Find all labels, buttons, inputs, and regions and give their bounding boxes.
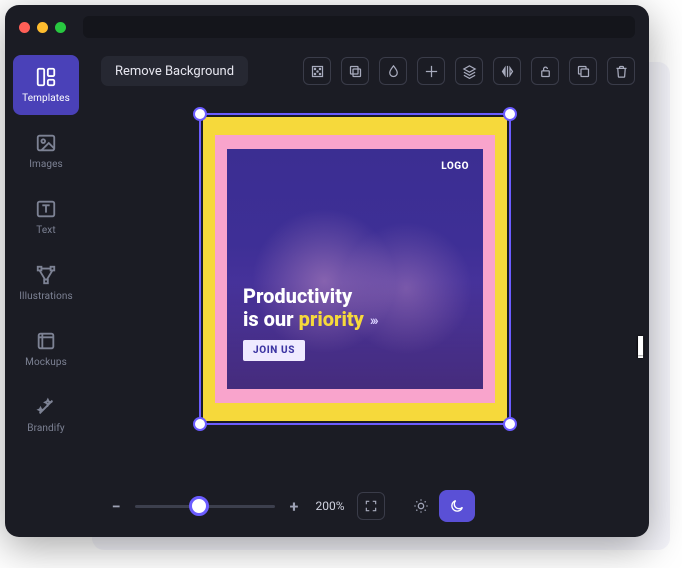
zoom-slider-knob[interactable] xyxy=(189,496,209,516)
footer-bar: − + 200% xyxy=(87,483,649,537)
mockups-icon xyxy=(35,330,57,352)
logo-text: LOGO xyxy=(441,161,469,172)
layers-button[interactable] xyxy=(455,57,483,85)
sidebar: Templates Images Text Illustrations Mock… xyxy=(5,49,87,537)
flip-h-button[interactable] xyxy=(493,57,521,85)
headline-text: Productivity is our priority››› xyxy=(243,285,377,331)
duplicate-icon xyxy=(348,64,363,79)
zoom-in-button[interactable]: + xyxy=(285,497,303,515)
delete-icon xyxy=(614,64,629,79)
lock-icon xyxy=(538,64,553,79)
templates-icon xyxy=(35,66,57,88)
grid-icon xyxy=(424,64,439,79)
sidebar-item-brandify[interactable]: Brandify xyxy=(13,385,79,445)
delete-button[interactable] xyxy=(607,57,635,85)
window-minimize-dot[interactable] xyxy=(37,22,48,33)
sidebar-label: Text xyxy=(36,225,55,236)
layers-icon xyxy=(462,64,477,79)
sidebar-item-illustrations[interactable]: Illustrations xyxy=(13,253,79,313)
light-mode-button[interactable] xyxy=(403,490,439,522)
text-icon xyxy=(35,198,57,220)
fullscreen-icon xyxy=(364,499,378,513)
sun-icon xyxy=(413,498,429,514)
artboard[interactable]: LOGO Productivity is our priority››› JOI… xyxy=(203,117,507,421)
sidebar-label: Templates xyxy=(22,93,70,104)
lock-button[interactable] xyxy=(531,57,559,85)
selection-handle-br[interactable] xyxy=(503,417,517,431)
top-toolbar: Remove Background xyxy=(87,49,649,93)
copy-button[interactable] xyxy=(569,57,597,85)
selection-handle-tl[interactable] xyxy=(193,107,207,121)
sidebar-item-images[interactable]: Images xyxy=(13,121,79,181)
zoom-out-button[interactable]: − xyxy=(107,497,125,515)
sidebar-label: Illustrations xyxy=(19,291,73,302)
duplicate-button[interactable] xyxy=(341,57,369,85)
canvas[interactable]: LOGO Productivity is our priority››› JOI… xyxy=(87,93,649,483)
distribute-button[interactable] xyxy=(303,57,331,85)
sidebar-label: Brandify xyxy=(27,423,64,434)
copy-icon xyxy=(576,64,591,79)
remove-background-button[interactable]: Remove Background xyxy=(101,56,248,86)
window-close-dot[interactable] xyxy=(19,22,30,33)
grid-button[interactable] xyxy=(417,57,445,85)
images-icon xyxy=(35,132,57,154)
window-zoom-dot[interactable] xyxy=(55,22,66,33)
fill-icon xyxy=(386,64,401,79)
moon-icon xyxy=(449,498,465,514)
sidebar-item-mockups[interactable]: Mockups xyxy=(13,319,79,379)
photo-layer: LOGO Productivity is our priority››› JOI… xyxy=(227,149,483,389)
zoom-value: 200% xyxy=(313,499,347,513)
sidebar-label: Images xyxy=(29,159,63,170)
selection-handle-tr[interactable] xyxy=(503,107,517,121)
selection-handle-bl[interactable] xyxy=(193,417,207,431)
illustrations-icon xyxy=(35,264,57,286)
distribute-icon xyxy=(310,64,325,79)
fill-button[interactable] xyxy=(379,57,407,85)
sidebar-item-templates[interactable]: Templates xyxy=(13,55,79,115)
brandify-icon xyxy=(35,396,57,418)
zoom-slider[interactable] xyxy=(135,497,275,515)
sidebar-label: Mockups xyxy=(25,357,67,368)
fullscreen-button[interactable] xyxy=(357,492,385,520)
sidebar-item-text[interactable]: Text xyxy=(13,187,79,247)
app-window: Templates Images Text Illustrations Mock… xyxy=(5,5,649,537)
cta-button: JOIN US xyxy=(243,340,305,361)
titlebar-strip xyxy=(83,16,635,38)
arrows-icon: ››› xyxy=(370,313,377,329)
window-titlebar xyxy=(5,5,649,49)
flip-h-icon xyxy=(500,64,515,79)
dark-mode-button[interactable] xyxy=(439,490,475,522)
grab-cursor-icon: ╻╻╻╻╹╹╹╹ xyxy=(631,331,649,363)
